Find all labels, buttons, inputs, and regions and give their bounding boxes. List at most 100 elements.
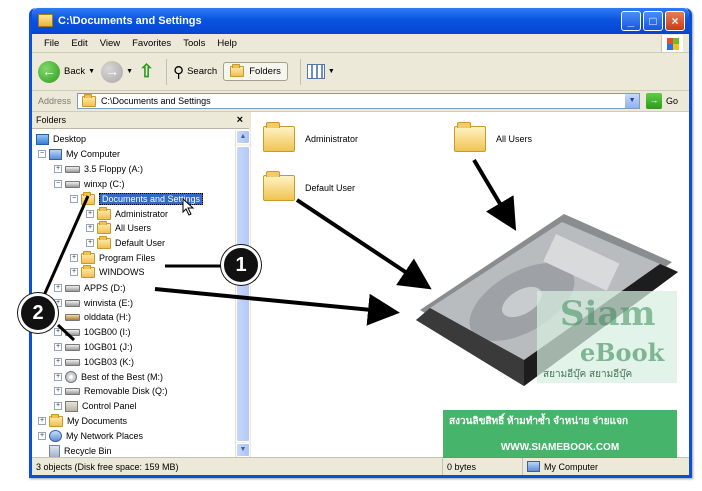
- search-label: Search: [187, 66, 218, 77]
- views-button[interactable]: ▼: [306, 64, 335, 79]
- address-input[interactable]: C:\Documents and Settings ▼: [77, 93, 641, 109]
- tree-item-program-files[interactable]: + Program Files: [70, 250, 156, 265]
- expand-icon[interactable]: +: [70, 254, 78, 262]
- folders-pane-header: Folders ×: [32, 112, 249, 129]
- collapse-icon[interactable]: −: [38, 150, 46, 158]
- collapse-icon[interactable]: −: [54, 180, 62, 188]
- folder-item-default-user[interactable]: Default User: [263, 171, 355, 201]
- chevron-down-icon[interactable]: ▼: [328, 68, 335, 75]
- menu-tools[interactable]: Tools: [177, 38, 211, 49]
- menu-view[interactable]: View: [94, 38, 126, 49]
- menu-help[interactable]: Help: [211, 38, 243, 49]
- tree-item-drive-k[interactable]: +10GB03 (K:): [54, 355, 134, 369]
- expand-icon[interactable]: +: [54, 387, 62, 395]
- go-button[interactable]: → Go: [646, 93, 678, 109]
- tree-item-label: olddata (H:): [84, 312, 132, 322]
- tree-scrollbar[interactable]: ▲ ▼: [235, 130, 250, 457]
- scroll-down-icon[interactable]: ▼: [236, 443, 250, 457]
- watermark-brand-2: eBook: [580, 338, 665, 367]
- chevron-down-icon[interactable]: ▼: [126, 68, 133, 75]
- title-bar[interactable]: C:\Documents and Settings _ □ ×: [32, 8, 689, 34]
- tree-item-default-user[interactable]: + Default User: [86, 235, 166, 250]
- menu-file[interactable]: File: [38, 38, 65, 49]
- tree-item-my-computer[interactable]: − My Computer: [38, 147, 120, 161]
- maximize-button[interactable]: □: [643, 11, 663, 31]
- up-folder-icon: ⇧: [139, 61, 155, 81]
- tree-item-drive-q[interactable]: + Removable Disk (Q:): [54, 384, 168, 398]
- toolbar: ← Back ▼ → ▼ ⇧ ⚲ Search Folders ▼: [32, 53, 689, 91]
- expand-icon[interactable]: +: [38, 432, 46, 440]
- folder-item-label: Administrator: [305, 134, 359, 144]
- tree-item-my-documents[interactable]: + My Documents: [38, 413, 128, 428]
- folder-item-all-users[interactable]: All Users: [454, 122, 532, 152]
- chevron-down-icon[interactable]: ▼: [88, 68, 95, 75]
- back-button[interactable]: ← Back ▼: [38, 60, 95, 83]
- up-folder-button[interactable]: ⇧: [139, 61, 154, 82]
- expand-icon[interactable]: +: [54, 165, 62, 173]
- expand-icon[interactable]: +: [86, 224, 94, 232]
- removable-disk-icon: [65, 387, 80, 395]
- expand-icon[interactable]: +: [54, 358, 62, 366]
- close-button[interactable]: ×: [665, 11, 685, 31]
- expand-icon[interactable]: +: [54, 402, 62, 410]
- drive-icon: [65, 358, 80, 366]
- search-button[interactable]: ⚲ Search: [173, 63, 217, 81]
- tree-item-drive-j[interactable]: +10GB01 (J:): [54, 340, 133, 354]
- tree-item-drive-c[interactable]: − winxp (C:): [54, 177, 125, 191]
- tree-item-drive-d[interactable]: + APPS (D:): [54, 281, 126, 295]
- search-icon: ⚲: [173, 63, 185, 81]
- forward-button[interactable]: → ▼: [101, 60, 133, 83]
- tree-item-desktop[interactable]: Desktop: [36, 132, 86, 146]
- tree-item-drive-m[interactable]: + Best of the Best (M:): [54, 370, 163, 384]
- folder-icon: [263, 171, 295, 201]
- tree-item-floppy[interactable]: +3.5 Floppy (A:): [54, 162, 143, 176]
- tree-item-drive-e[interactable]: + winvista (E:): [54, 296, 133, 310]
- tree-item-label: Desktop: [53, 134, 87, 144]
- drive-icon: [65, 343, 80, 351]
- tree-item-control-panel[interactable]: + Control Panel: [54, 399, 137, 413]
- menu-favorites[interactable]: Favorites: [126, 38, 177, 49]
- folders-button[interactable]: Folders: [223, 62, 288, 81]
- tree-item-label: Default User: [115, 238, 166, 248]
- tree-item-administrator[interactable]: + Administrator: [86, 206, 168, 221]
- tree-item-drive-h[interactable]: olddata (H:): [65, 310, 131, 324]
- address-dropdown-icon[interactable]: ▼: [625, 94, 640, 108]
- tree-item-label: Best of the Best (M:): [81, 372, 164, 382]
- window-title: C:\Documents and Settings: [58, 15, 202, 27]
- back-label: Back: [64, 66, 86, 77]
- close-icon[interactable]: ×: [237, 114, 243, 126]
- menu-edit[interactable]: Edit: [65, 38, 93, 49]
- tree-item-label: My Documents: [67, 416, 128, 426]
- expand-icon[interactable]: +: [54, 284, 62, 292]
- tree-item-all-users[interactable]: + All Users: [86, 220, 151, 235]
- go-label: Go: [666, 96, 679, 106]
- tree-item-windows[interactable]: + WINDOWS: [70, 264, 145, 279]
- expand-icon[interactable]: +: [54, 343, 62, 351]
- tree-item-drive-i[interactable]: +10GB00 (I:): [54, 325, 131, 339]
- expand-icon[interactable]: +: [54, 328, 62, 336]
- tree-item-label: APPS (D:): [84, 283, 126, 293]
- scroll-up-icon[interactable]: ▲: [236, 130, 250, 144]
- forward-arrow-icon: →: [101, 60, 124, 83]
- expand-icon[interactable]: +: [38, 417, 46, 425]
- toolbar-separator: [166, 58, 168, 85]
- address-label: Address: [38, 96, 72, 106]
- address-bar: Address C:\Documents and Settings ▼ → Go: [32, 91, 689, 112]
- tree-item-label: 3.5 Floppy (A:): [84, 164, 144, 174]
- tree-item-my-network-places[interactable]: + My Network Places: [38, 429, 143, 443]
- minimize-button[interactable]: _: [621, 11, 641, 31]
- expand-icon[interactable]: +: [54, 373, 62, 381]
- collapse-icon[interactable]: −: [70, 195, 78, 203]
- folder-icon: [81, 264, 95, 278]
- folder-item-administrator[interactable]: Administrator: [263, 122, 359, 152]
- expand-icon[interactable]: +: [86, 239, 94, 247]
- network-icon: [49, 430, 62, 442]
- folder-icon: [97, 220, 111, 234]
- tree-item-recycle-bin[interactable]: Recycle Bin: [49, 444, 112, 458]
- expand-icon[interactable]: +: [70, 268, 78, 276]
- tree-item-label: Program Files: [99, 253, 156, 263]
- expand-icon[interactable]: +: [86, 210, 94, 218]
- watermark-thai-name: สยามอีบุ๊ค สยามอีบุ๊ค: [543, 369, 633, 380]
- scrollbar-thumb[interactable]: [236, 146, 250, 442]
- tree-item-label: winvista (E:): [84, 298, 134, 308]
